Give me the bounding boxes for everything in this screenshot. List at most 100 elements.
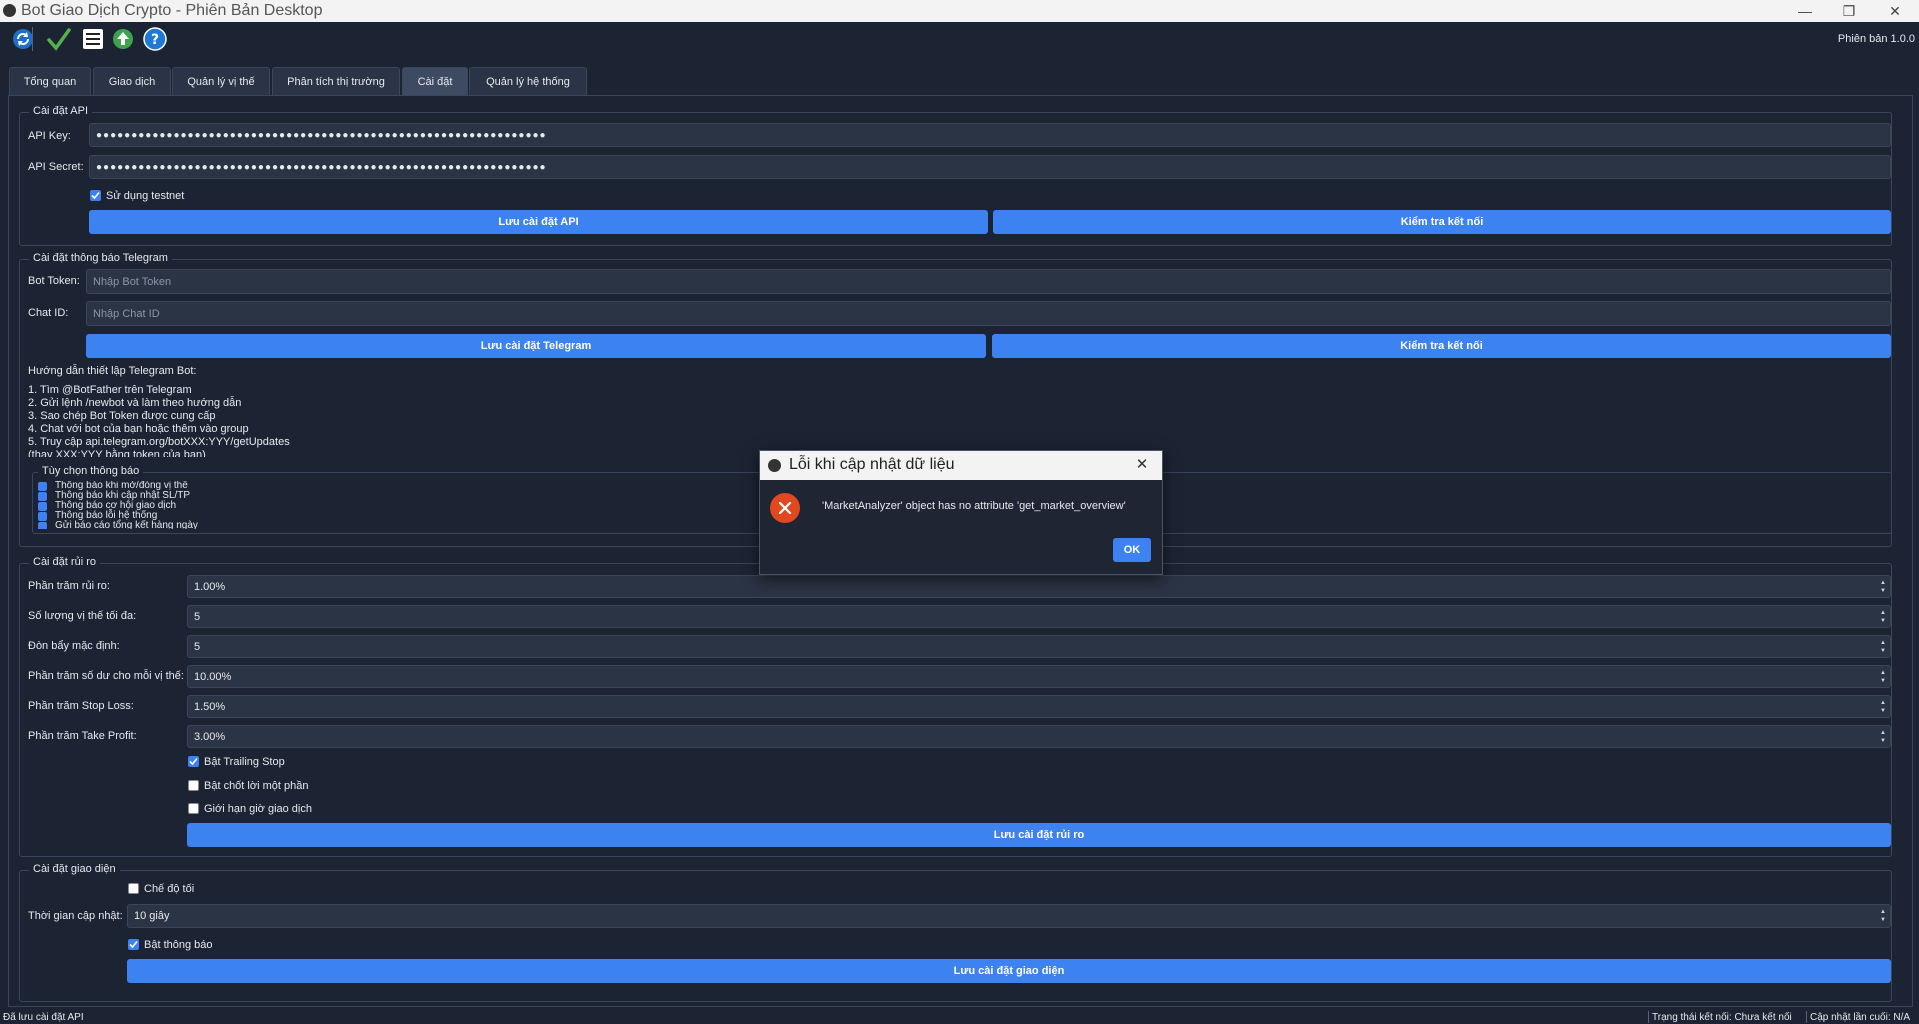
notify-option-row[interactable]: Gửi báo cáo tổng kết hàng ngày bbox=[38, 521, 638, 529]
spin-arrows-icon[interactable]: ▲ ▼ bbox=[1877, 606, 1889, 627]
update-interval-label: Thời gian cập nhật: bbox=[28, 910, 123, 922]
save-telegram-button[interactable]: Lưu cài đặt Telegram bbox=[86, 334, 986, 358]
save-api-button[interactable]: Lưu cài đặt API bbox=[89, 210, 988, 234]
toolbar-separator bbox=[32, 27, 33, 51]
enable-notifications-label: Bật thông báo bbox=[144, 939, 213, 951]
balance-percent-value: 10.00% bbox=[194, 670, 232, 683]
chat-id-label: Chat ID: bbox=[28, 307, 69, 319]
guide-step: 3. Sao chép Bot Token được cung cấp bbox=[28, 410, 216, 422]
api-secret-label: API Secret: bbox=[28, 161, 84, 173]
svg-text:?: ? bbox=[151, 32, 159, 48]
trading-hours-label: Giới hạn giờ giao dịch bbox=[204, 803, 312, 815]
spin-arrows-icon[interactable]: ▲ ▼ bbox=[1877, 666, 1889, 687]
stop-loss-value: 1.50% bbox=[194, 700, 226, 713]
ui-settings-title: Cài đặt giao diện bbox=[29, 863, 120, 875]
guide-step: (thay XXX:YYY bằng token của bạn) bbox=[28, 449, 206, 457]
bot-token-input[interactable]: Nhập Bot Token bbox=[86, 269, 1891, 294]
take-profit-value: 3.00% bbox=[194, 730, 226, 743]
api-settings-title: Cài đặt API bbox=[29, 105, 93, 117]
check-icon bbox=[91, 191, 100, 200]
take-profit-spinbox[interactable]: 3.00% ▲ ▼ bbox=[187, 725, 1891, 748]
upload-button[interactable] bbox=[110, 26, 136, 52]
app-icon bbox=[768, 459, 781, 472]
spin-arrows-icon[interactable]: ▲ ▼ bbox=[1877, 726, 1889, 747]
balance-percent-spinbox[interactable]: 10.00% ▲ ▼ bbox=[187, 665, 1891, 688]
update-interval-value: 10 giây bbox=[134, 910, 170, 922]
spin-arrows-icon[interactable]: ▲ ▼ bbox=[1877, 696, 1889, 717]
notify-option-checkbox[interactable] bbox=[38, 501, 47, 511]
apply-button[interactable] bbox=[46, 26, 72, 52]
dialog-close-button[interactable]: ✕ bbox=[1130, 455, 1154, 475]
help-icon: ? bbox=[143, 27, 167, 51]
spin-arrows-icon[interactable]: ▲ ▼ bbox=[1877, 576, 1889, 597]
toolbar: ? bbox=[0, 22, 1919, 56]
spin-arrows-icon[interactable]: ▲ ▼ bbox=[1877, 905, 1889, 927]
refresh-icon bbox=[13, 29, 33, 49]
error-dialog: Lỗi khi cập nhật dữ liệu ✕ 'MarketAnalyz… bbox=[759, 450, 1163, 575]
max-positions-label: Số lượng vị thế tối đa: bbox=[28, 610, 137, 622]
trading-hours-checkbox[interactable] bbox=[188, 803, 199, 814]
guide-step: 1. Tìm @BotFather trên Telegram bbox=[28, 384, 192, 396]
tab-system[interactable]: Quản lý hệ thống bbox=[469, 67, 587, 96]
status-separator bbox=[1648, 1011, 1649, 1023]
dark-mode-checkbox[interactable] bbox=[128, 883, 139, 894]
status-message: Đã lưu cài đặt API bbox=[3, 1012, 84, 1023]
tab-overview[interactable]: Tổng quan bbox=[9, 67, 91, 96]
chat-id-input[interactable]: Nhập Chat ID bbox=[86, 301, 1891, 326]
list-icon bbox=[83, 29, 103, 49]
trailing-stop-label: Bật Trailing Stop bbox=[204, 756, 285, 768]
notification-options-title: Tùy chọn thông báo bbox=[38, 465, 144, 477]
api-key-input[interactable]: ●●●●●●●●●●●●●●●●●●●●●●●●●●●●●●●●●●●●●●●●… bbox=[89, 123, 1891, 147]
testnet-label: Sử dụng testnet bbox=[106, 190, 185, 202]
stop-loss-spinbox[interactable]: 1.50% ▲ ▼ bbox=[187, 695, 1891, 718]
test-api-connection-button[interactable]: Kiểm tra kết nối bbox=[993, 210, 1891, 234]
help-button[interactable]: ? bbox=[142, 26, 168, 52]
trailing-stop-checkbox[interactable] bbox=[188, 756, 199, 767]
spin-arrows-icon[interactable]: ▲ ▼ bbox=[1877, 636, 1889, 657]
enable-notifications-checkbox[interactable] bbox=[128, 939, 139, 950]
notify-option-checkbox[interactable] bbox=[38, 511, 47, 521]
dialog-title: Lỗi khi cập nhật dữ liệu bbox=[789, 456, 955, 473]
tab-settings[interactable]: Cài đặt bbox=[402, 67, 468, 96]
risk-settings-title: Cài đặt rủi ro bbox=[29, 556, 100, 568]
upload-arrow-icon bbox=[113, 29, 133, 49]
error-message: 'MarketAnalyzer' object has no attribute… bbox=[822, 500, 1126, 512]
check-icon bbox=[129, 940, 138, 949]
tab-trading[interactable]: Giao dịch bbox=[93, 67, 171, 96]
connection-status: Trạng thái kết nối: Chưa kết nối bbox=[1652, 1012, 1792, 1023]
bot-token-label: Bot Token: bbox=[28, 275, 80, 287]
notify-option-checkbox[interactable] bbox=[38, 491, 47, 501]
dark-mode-label: Chế độ tối bbox=[144, 883, 195, 895]
tab-positions[interactable]: Quản lý vị thế bbox=[172, 67, 270, 96]
checkmark-icon bbox=[47, 28, 71, 51]
close-window-button[interactable]: ✕ bbox=[1873, 0, 1917, 22]
risk-percent-spinbox[interactable]: 1.00% ▲ ▼ bbox=[187, 575, 1891, 598]
minimize-button[interactable]: — bbox=[1783, 0, 1827, 22]
tab-market-analysis[interactable]: Phân tích thị trường bbox=[272, 67, 400, 96]
leverage-spinbox[interactable]: 5 ▲ ▼ bbox=[187, 635, 1891, 658]
maximize-button[interactable]: ❐ bbox=[1827, 0, 1871, 22]
partial-profit-checkbox[interactable] bbox=[188, 780, 199, 791]
check-icon bbox=[189, 757, 198, 766]
version-label: Phiên bản 1.0.0 bbox=[1837, 33, 1915, 45]
save-risk-button[interactable]: Lưu cài đặt rủi ro bbox=[187, 823, 1891, 847]
ok-button[interactable]: OK bbox=[1113, 538, 1151, 562]
notification-options-list: Thông báo khi mở/đóng vị thế Thông báo k… bbox=[38, 481, 638, 529]
guide-step: 2. Gửi lệnh /newbot và làm theo hướng dẫ… bbox=[28, 397, 242, 409]
notify-option-checkbox[interactable] bbox=[38, 481, 47, 491]
balance-percent-label: Phần trăm số dư cho mỗi vị thế: bbox=[28, 670, 184, 682]
update-interval-spinbox[interactable]: 10 giây ▲ ▼ bbox=[127, 904, 1891, 928]
guide-step: 5. Truy cập api.telegram.org/botXXX:YYY/… bbox=[28, 436, 290, 448]
save-ui-button[interactable]: Lưu cài đặt giao diện bbox=[127, 959, 1891, 983]
api-secret-input[interactable]: ●●●●●●●●●●●●●●●●●●●●●●●●●●●●●●●●●●●●●●●●… bbox=[89, 155, 1891, 179]
notify-option-label: Gửi báo cáo tổng kết hàng ngày bbox=[55, 520, 198, 530]
guide-step: 4. Chat với bot của bạn hoặc thêm vào gr… bbox=[28, 423, 249, 435]
testnet-checkbox[interactable] bbox=[90, 190, 101, 201]
test-telegram-connection-button[interactable]: Kiểm tra kết nối bbox=[992, 334, 1891, 358]
window-title: Bot Giao Dịch Crypto - Phiên Bản Desktop bbox=[21, 2, 323, 19]
max-positions-spinbox[interactable]: 5 ▲ ▼ bbox=[187, 605, 1891, 628]
log-button[interactable] bbox=[80, 26, 106, 52]
telegram-guide-title: Hướng dẫn thiết lập Telegram Bot: bbox=[28, 365, 197, 377]
risk-percent-value: 1.00% bbox=[194, 580, 226, 593]
notify-option-checkbox[interactable] bbox=[38, 521, 47, 529]
